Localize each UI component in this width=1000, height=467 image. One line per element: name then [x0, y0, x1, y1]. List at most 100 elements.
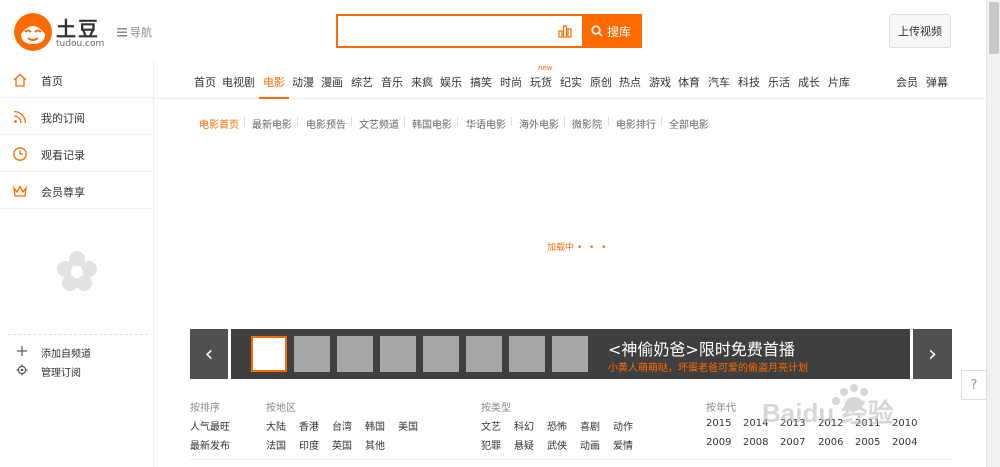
filter-genre-option[interactable]: 动画 [580, 437, 600, 452]
filter-year-option[interactable]: 2007 [780, 437, 805, 448]
filter-sort-newest[interactable]: 最新发布 [190, 437, 230, 452]
subnav-overseas[interactable]: 海外电影 [519, 116, 559, 131]
channel-original[interactable]: 原创 [590, 74, 612, 90]
filter-sort-popular[interactable]: 人气最旺 [190, 418, 230, 433]
plus-icon [17, 346, 27, 356]
sidebar-item-subscriptions[interactable]: 我的订阅 [0, 98, 154, 135]
subnav-latest[interactable]: 最新电影 [252, 116, 292, 131]
filter-region-option[interactable]: 印度 [299, 437, 319, 452]
carousel-thumbnail[interactable] [294, 336, 330, 372]
add-channel-button[interactable]: 添加自频道 [0, 343, 154, 361]
filter-genre-option[interactable]: 文艺 [481, 418, 501, 433]
filter-genre-option[interactable]: 犯罪 [481, 437, 501, 452]
channel-laifeng[interactable]: 来疯 [411, 74, 433, 90]
sidebar-item-history[interactable]: 观看记录 [0, 135, 154, 172]
filter-genre-option[interactable]: 爱情 [613, 437, 633, 452]
filter-region-option[interactable]: 台湾 [332, 418, 352, 433]
baidu-jingyan-watermark: Baidu 经验 [762, 384, 893, 428]
filter-year-option[interactable]: 2009 [706, 437, 731, 448]
tudou-logo[interactable]: 土豆 tudou.com [14, 13, 104, 51]
carousel-prev-button[interactable]: ‹ [190, 329, 231, 379]
channel-hot[interactable]: 热点 [619, 74, 641, 90]
home-icon [13, 73, 27, 87]
filter-genre-option[interactable]: 武侠 [547, 437, 567, 452]
subnav-arthouse[interactable]: 文艺频道 [359, 116, 399, 131]
channel-library[interactable]: 片库 [828, 74, 850, 90]
filter-region-option[interactable]: 大陆 [266, 418, 286, 433]
brand-name: 土豆 [56, 17, 100, 41]
channel-fashion[interactable]: 时尚 [500, 74, 522, 90]
channel-games[interactable]: 游戏 [649, 74, 671, 90]
menu-icon [117, 27, 127, 36]
filter-genre-option[interactable]: 喜剧 [580, 418, 600, 433]
sidebar-item-home[interactable]: 首页 [0, 61, 154, 98]
carousel-thumbnail[interactable] [552, 336, 588, 372]
subnav-korean[interactable]: 韩国电影 [412, 116, 452, 131]
channel-anime[interactable]: 动漫 [292, 74, 314, 90]
channel-documentary[interactable]: 纪实 [560, 74, 582, 90]
subnav-micro-cinema[interactable]: 微影院 [572, 116, 602, 131]
filter-sort-heading: 按排序 [190, 403, 220, 414]
filter-genre-option[interactable]: 悬疑 [514, 437, 534, 452]
filter-region-option[interactable]: 韩国 [365, 418, 385, 433]
carousel-next-button[interactable]: › [910, 329, 952, 379]
channel-variety[interactable]: 综艺 [351, 74, 373, 90]
upload-video-button[interactable]: 上传视频 [889, 14, 951, 48]
channel-tv[interactable]: 电视剧 [222, 74, 255, 90]
channel-gadgets[interactable]: 玩货 [530, 74, 552, 90]
subnav-rankings[interactable]: 电影排行 [616, 116, 656, 131]
filter-region-option[interactable]: 美国 [398, 418, 418, 433]
filter-region-option[interactable]: 法国 [266, 437, 286, 452]
nav-toggle-button[interactable]: 导航 [117, 24, 152, 40]
search-input[interactable] [338, 16, 548, 46]
manage-subscriptions-label: 管理订阅 [41, 368, 81, 379]
subnav-trailers[interactable]: 电影预告 [306, 116, 346, 131]
channel-vip[interactable]: 会员 [896, 74, 918, 90]
filter-region-option[interactable]: 其他 [365, 437, 385, 452]
channel-home[interactable]: 首页 [194, 74, 216, 90]
channel-funny[interactable]: 搞笑 [470, 74, 492, 90]
filter-genre-option[interactable]: 科幻 [514, 418, 534, 433]
filter-genre-option[interactable]: 恐怖 [547, 418, 567, 433]
filter-year-option[interactable]: 2015 [706, 418, 731, 429]
filter-region-option[interactable]: 香港 [299, 418, 319, 433]
sidebar-divider [8, 334, 148, 335]
page-scrollbar[interactable] [986, 0, 1000, 467]
search-button[interactable]: 搜库 [582, 16, 640, 46]
subnav-chinese[interactable]: 华语电影 [466, 116, 506, 131]
help-button[interactable]: ? [961, 370, 987, 400]
subnav-movie-home[interactable]: 电影首页 [199, 116, 239, 131]
channel-danmaku[interactable]: 弹幕 [926, 74, 948, 90]
carousel-thumbnail[interactable] [380, 336, 416, 372]
carousel-thumbnail[interactable] [251, 336, 287, 372]
sidebar-item-label: 会员尊享 [41, 186, 85, 199]
carousel-thumbnail[interactable] [337, 336, 373, 372]
carousel-thumbnail[interactable] [466, 336, 502, 372]
filter-region-option[interactable]: 英国 [332, 437, 352, 452]
channel-comics[interactable]: 漫画 [321, 74, 343, 90]
channel-movies[interactable]: 电影 [263, 74, 285, 90]
filter-year-option[interactable]: 2004 [892, 437, 917, 448]
tudou-face-icon [14, 13, 52, 51]
scrollbar-thumb[interactable] [989, 2, 999, 54]
filter-year-option[interactable]: 2005 [855, 437, 880, 448]
channel-growth[interactable]: 成长 [798, 74, 820, 90]
banner-title[interactable]: <神偷奶爸>限时免费首播 [608, 336, 795, 360]
manage-subscriptions-button[interactable]: 管理订阅 [0, 362, 154, 380]
ranking-chart-icon[interactable] [558, 24, 572, 38]
carousel-thumbnail[interactable] [423, 336, 459, 372]
channel-music[interactable]: 音乐 [381, 74, 403, 90]
channel-sports[interactable]: 体育 [678, 74, 700, 90]
channel-lifestyle[interactable]: 乐活 [768, 74, 790, 90]
filter-year-option[interactable]: 2008 [743, 437, 768, 448]
carousel-thumbnail[interactable] [509, 336, 545, 372]
subnav-all-movies[interactable]: 全部电影 [669, 116, 709, 131]
channel-entertainment[interactable]: 娱乐 [440, 74, 462, 90]
search-icon [591, 25, 603, 37]
nav-toggle-label: 导航 [130, 26, 152, 39]
channel-auto[interactable]: 汽车 [708, 74, 730, 90]
channel-tech[interactable]: 科技 [738, 74, 760, 90]
filter-genre-option[interactable]: 动作 [613, 418, 633, 433]
sidebar-item-vip[interactable]: 会员尊享 [0, 172, 154, 209]
filter-year-option[interactable]: 2006 [818, 437, 843, 448]
